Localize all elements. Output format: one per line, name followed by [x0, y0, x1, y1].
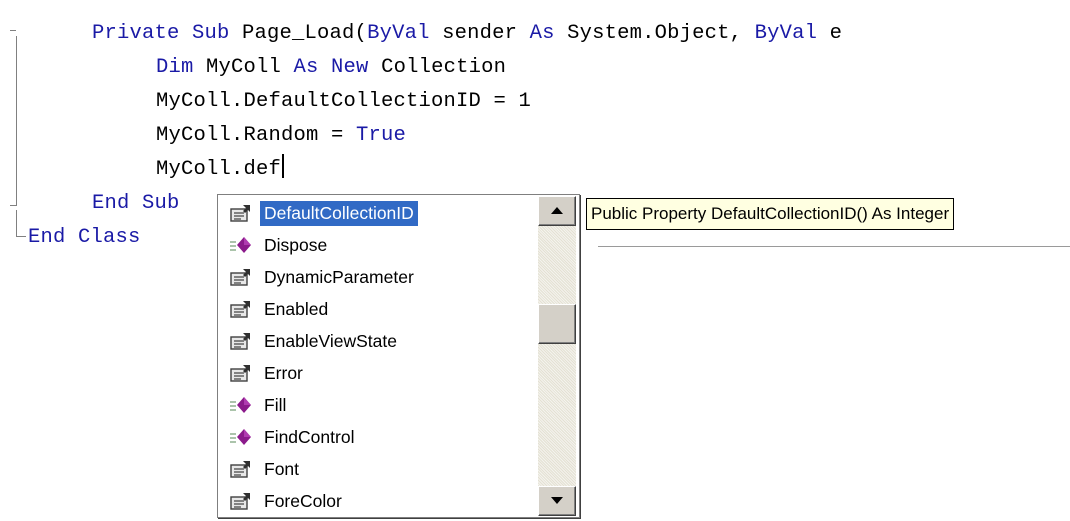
code-keyword: As [529, 22, 568, 45]
completion-item-label: Font [264, 458, 300, 479]
completion-item-label: Error [264, 362, 303, 383]
outline-end-marker [10, 205, 16, 206]
code-line-5[interactable]: MyColl.def [156, 154, 285, 186]
code-keyword: ByVal [367, 22, 443, 45]
completion-scrollbar[interactable] [538, 196, 576, 516]
completion-item[interactable]: ForeColor [220, 486, 536, 516]
completion-item[interactable]: EnableViewState [220, 326, 536, 356]
property-icon [228, 266, 254, 288]
property-icon [228, 458, 254, 480]
scroll-up-button[interactable] [538, 196, 576, 226]
code-keyword: Dim [156, 56, 207, 79]
completion-item-label: Dispose [264, 234, 328, 255]
property-icon [228, 298, 254, 320]
code-text: MyColl [206, 56, 294, 79]
completion-item[interactable]: Dispose [220, 230, 536, 260]
completion-item[interactable]: DefaultCollectionID [220, 198, 536, 228]
outline-end-class [16, 236, 26, 237]
code-text: e [829, 22, 855, 45]
arrow-up-icon [551, 207, 563, 214]
code-text: MyColl.def [156, 158, 282, 181]
method-icon [228, 394, 254, 416]
completion-item-label: DynamicParameter [264, 266, 414, 287]
code-text: MyColl.Random = [156, 124, 357, 147]
code-line-2[interactable]: Dim MyColl As New Collection [156, 52, 506, 84]
property-icon [228, 202, 254, 224]
completion-item-label: ForeColor [264, 490, 342, 511]
completion-item-label: EnableViewState [264, 330, 397, 351]
completion-item-label: FindControl [264, 426, 355, 447]
property-icon [228, 330, 254, 352]
quickinfo-tooltip: Public Property DefaultCollectionID() As… [586, 198, 955, 230]
class-separator [598, 246, 1070, 247]
completion-item[interactable]: Fill [220, 390, 536, 420]
code-keyword: New [331, 56, 382, 79]
text-caret [282, 154, 285, 178]
code-keyword: As [293, 56, 332, 79]
code-text: MyColl.DefaultCollectionID = 1 [156, 90, 532, 113]
completion-item[interactable]: Error [220, 358, 536, 388]
method-icon [228, 234, 254, 256]
outline-collapse-marker [10, 30, 16, 31]
completion-item[interactable]: FindControl [220, 422, 536, 452]
scroll-thumb[interactable] [538, 304, 576, 344]
outline-guide [16, 36, 17, 206]
completion-item-label: DefaultCollectionID [260, 200, 418, 226]
outline-guide-class [16, 210, 17, 236]
code-line-6[interactable]: End Sub [92, 188, 180, 220]
completion-item-label: Enabled [264, 298, 329, 319]
code-keyword: End Sub [92, 192, 180, 215]
code-keyword: ByVal [754, 22, 830, 45]
scroll-down-button[interactable] [538, 486, 576, 516]
completion-item[interactable]: Enabled [220, 294, 536, 324]
code-text: sender [442, 22, 530, 45]
property-icon [228, 362, 254, 384]
method-icon [228, 426, 254, 448]
completion-item[interactable]: DynamicParameter [220, 262, 536, 292]
code-line-3[interactable]: MyColl.DefaultCollectionID = 1 [156, 86, 531, 118]
code-keyword: End Class [28, 226, 141, 249]
code-text: System.Object, [567, 22, 755, 45]
arrow-down-icon [551, 497, 563, 504]
intellisense-completion-list[interactable]: DefaultCollectionID Dispose DynamicParamet… [217, 194, 580, 518]
code-keyword: Private Sub [92, 22, 243, 45]
code-keyword: True [356, 124, 407, 147]
completion-item[interactable]: Font [220, 454, 536, 484]
completion-item-label: Fill [264, 394, 287, 415]
completion-items: DefaultCollectionID Dispose DynamicParamet… [218, 195, 536, 517]
code-line-4[interactable]: MyColl.Random = True [156, 120, 406, 152]
code-line-7[interactable]: End Class [28, 222, 141, 254]
code-text: Collection [381, 56, 507, 79]
property-icon [228, 490, 254, 512]
code-text: Page_Load( [242, 22, 368, 45]
code-line-1[interactable]: Private Sub Page_Load(ByVal sender As Sy… [92, 18, 855, 50]
